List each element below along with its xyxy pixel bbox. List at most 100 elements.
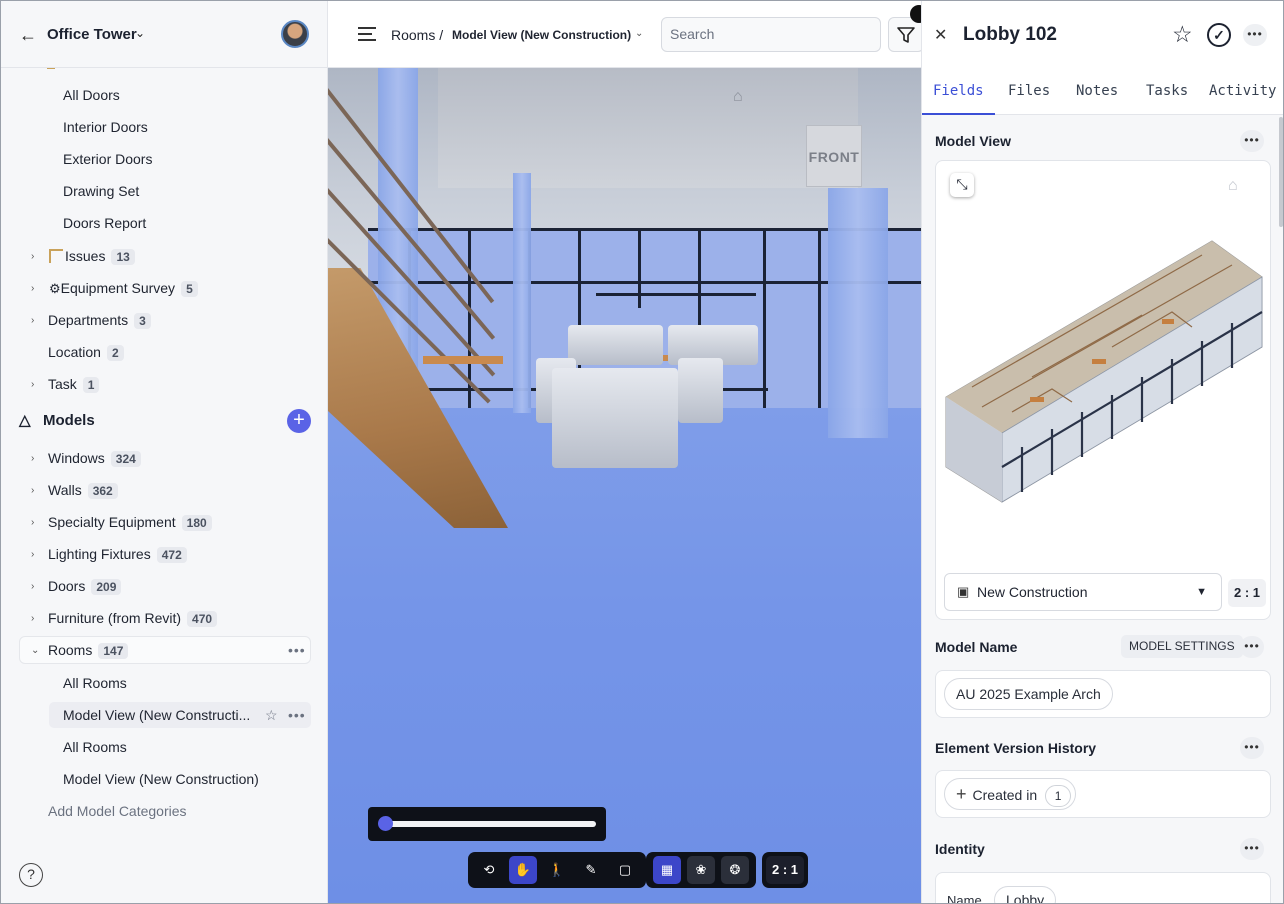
sidebar-item-windows[interactable]: › Windows 324 (1, 443, 301, 473)
scene-column (513, 173, 531, 413)
chevron-right-icon[interactable]: › (31, 485, 34, 496)
breadcrumb-root[interactable]: Rooms / (391, 27, 443, 43)
chevron-down-icon[interactable]: ⌄ (635, 28, 643, 39)
chevron-right-icon[interactable]: › (31, 251, 34, 262)
star-icon[interactable]: ☆ (1172, 21, 1193, 48)
model-name-card: AU 2025 Example Arch (935, 670, 1271, 718)
sidebar-item-furniture[interactable]: › Furniture (from Revit) 470 (1, 603, 301, 633)
tab-fields[interactable]: Fields (933, 83, 984, 99)
sidebar-item-specialty-equipment[interactable]: › Specialty Equipment 180 (1, 507, 301, 537)
add-model-categories-link[interactable]: Add Model Categories (48, 803, 187, 819)
pan-hand-icon[interactable]: ✋ (509, 856, 537, 884)
chevron-right-icon[interactable]: › (31, 379, 34, 390)
chevron-down-icon[interactable]: ⌄ (31, 645, 39, 656)
window-mullion (818, 228, 821, 408)
sidebar-header: ← Office Tower ⌄ (1, 1, 327, 68)
chevron-right-icon[interactable]: › (31, 517, 34, 528)
tab-activity[interactable]: Activity (1209, 83, 1276, 99)
created-in-chip[interactable]: + Created in 1 (944, 778, 1077, 810)
view-icon: ▣ (957, 584, 970, 599)
add-model-button[interactable]: + (287, 409, 311, 433)
project-title[interactable]: Office Tower (47, 26, 137, 43)
walk-person-icon[interactable]: 🚶 (543, 856, 571, 884)
sidebar-item-walls[interactable]: › Walls 362 (1, 475, 301, 505)
tab-tasks[interactable]: Tasks (1146, 83, 1188, 99)
ratio-toolbar: 2 : 1 (762, 852, 809, 888)
section-box-icon[interactable]: ▢ (611, 856, 639, 884)
more-icon[interactable]: ••• (1240, 636, 1264, 658)
model-cube-icon: △ (19, 412, 31, 429)
chevron-right-icon[interactable]: › (31, 613, 34, 624)
avatar[interactable] (281, 20, 309, 48)
tab-notes[interactable]: Notes (1076, 83, 1118, 99)
sidebar-item-lighting-fixtures[interactable]: › Lighting Fixtures 472 (1, 539, 301, 569)
breadcrumb-current[interactable]: Model View (New Construction) (452, 28, 631, 42)
model-settings-button[interactable]: MODEL SETTINGS (1121, 635, 1243, 658)
search-input[interactable]: Search (661, 17, 881, 52)
orbit-icon[interactable]: ⟲ (475, 856, 503, 884)
home-icon[interactable]: ⌂ (1228, 177, 1238, 195)
more-icon[interactable]: ••• (1240, 737, 1264, 759)
slider-track (382, 821, 596, 827)
chevron-right-icon[interactable]: › (31, 549, 34, 560)
tab-files[interactable]: Files (1008, 83, 1050, 99)
active-tab-indicator (922, 113, 995, 115)
panel-scrollbar[interactable] (1279, 117, 1283, 227)
back-arrow-icon[interactable]: ← (19, 25, 37, 46)
menu-icon[interactable] (358, 27, 376, 45)
caret-down-icon: ▼ (1196, 586, 1207, 598)
slider-handle[interactable] (378, 816, 393, 831)
measure-icon[interactable]: ✎ (577, 856, 605, 884)
window-mullion (763, 228, 766, 428)
chevron-right-icon[interactable]: › (31, 283, 34, 294)
sidebar-item-task[interactable]: › Task 1 (1, 369, 301, 399)
more-icon[interactable]: ••• (1243, 24, 1267, 46)
more-icon[interactable]: ••• (1240, 130, 1264, 152)
sidebar-item-doors[interactable]: › Doors 209 (1, 571, 301, 601)
chevron-right-icon[interactable]: › (31, 581, 34, 592)
check-circle-icon[interactable]: ✓ (1207, 23, 1231, 47)
sidebar-item-departments[interactable]: › Departments 3 (1, 305, 301, 335)
chevron-down-icon[interactable]: ⌄ (135, 26, 145, 40)
identity-name-chip[interactable]: Lobby (994, 886, 1057, 903)
navigation-toolbar: ⟲ ✋ 🚶 ✎ ▢ (468, 852, 646, 888)
identity-title: Identity (935, 841, 985, 857)
isolate-icon[interactable]: ❂ (721, 856, 749, 884)
scene-chair (552, 368, 678, 468)
model-view-icon[interactable]: ▦ (653, 856, 681, 884)
close-icon[interactable]: ✕ (934, 25, 947, 45)
models-section-header[interactable]: △ Models (19, 411, 95, 429)
more-icon[interactable]: ••• (1240, 838, 1264, 860)
help-icon[interactable]: ? (19, 863, 43, 887)
chevron-right-icon[interactable]: › (31, 315, 34, 326)
model-view-title: Model View (935, 133, 1011, 149)
sidebar-item-equipment-survey[interactable]: › ⚙Equipment Survey 5 (1, 273, 301, 303)
top-bar: Rooms / Model View (New Construction) ⌄ … (328, 1, 928, 68)
view-select-dropdown[interactable]: ▣ New Construction ▼ (944, 573, 1222, 611)
nav-cube[interactable]: FRONT (806, 125, 862, 187)
scene-chair (678, 358, 723, 423)
expand-icon[interactable]: ⤡ (950, 173, 974, 197)
sidebar-item-rooms[interactable]: ⌄ Rooms 147 ••• (1, 635, 311, 665)
home-icon[interactable]: ⌂ (733, 88, 743, 106)
view-ratio-button[interactable]: 2 : 1 (1228, 579, 1266, 607)
gear-icon: ⚙ (49, 280, 61, 296)
star-icon[interactable]: ☆ (265, 707, 278, 724)
section-slider[interactable] (368, 807, 606, 841)
more-icon[interactable]: ••• (288, 707, 306, 723)
aspect-ratio-button[interactable]: 2 : 1 (766, 856, 805, 884)
window-mullion (596, 293, 756, 296)
explode-icon[interactable]: ❀ (687, 856, 715, 884)
issues-icon (49, 248, 63, 263)
sidebar-item-model-view-selected[interactable]: Model View (New Constructi... ☆ ••• (1, 700, 311, 730)
more-icon[interactable]: ••• (288, 642, 306, 658)
sidebar-item-location[interactable]: Location 2 (1, 337, 301, 367)
panel-tabs: Fields Files Notes Tasks Activity (922, 77, 1283, 115)
version-history-title: Element Version History (935, 740, 1097, 756)
model-viewport[interactable]: ⌂ FRONT ⟲ ✋ 🚶 ✎ ▢ ▦ ❀ ❂ 2 : 1 (328, 68, 921, 903)
model-name-chip[interactable]: AU 2025 Example Arch (944, 678, 1113, 710)
scene-chair (568, 325, 663, 365)
sidebar-item-issues[interactable]: › Issues 13 (1, 241, 301, 271)
building-thumbnail[interactable] (942, 237, 1266, 507)
chevron-right-icon[interactable]: › (31, 453, 34, 464)
